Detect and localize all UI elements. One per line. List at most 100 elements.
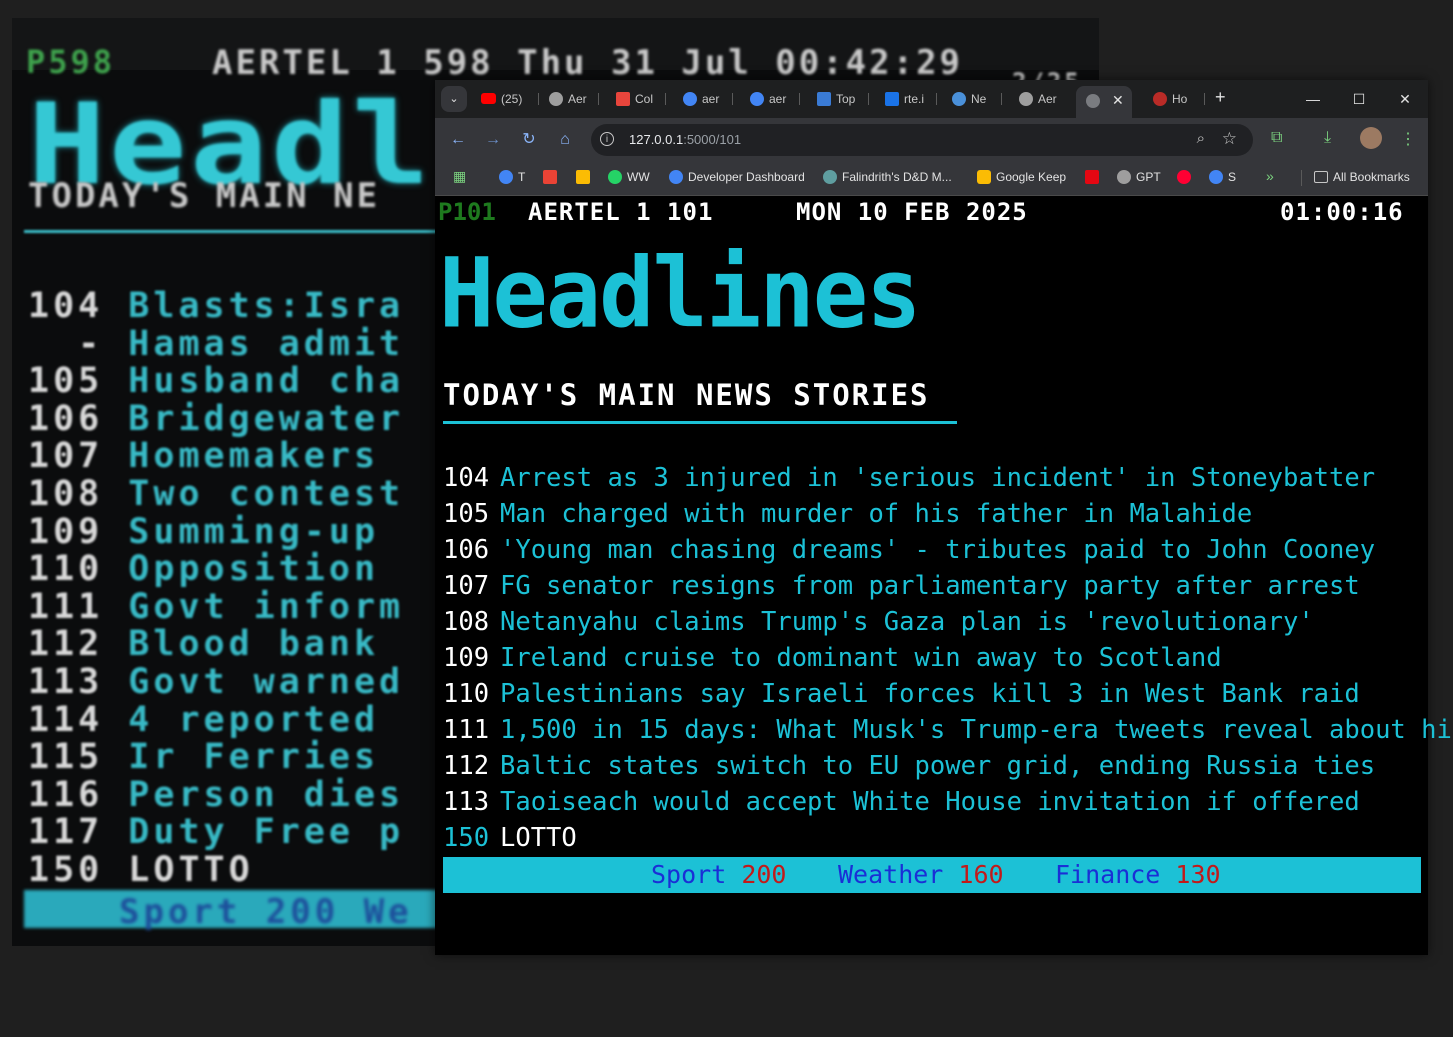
minimize-button[interactable]: — (1290, 80, 1336, 118)
new-tab-button[interactable]: + (1215, 87, 1226, 108)
avatar[interactable] (1360, 127, 1382, 149)
story-page-number: 111 (443, 715, 490, 745)
tv-footer-bar: Sport 200 We (24, 890, 454, 932)
bookmark-gmail[interactable] (543, 169, 562, 185)
site-info-icon[interactable]: i (600, 132, 614, 146)
teletext-header: P101 AERTEL 1 101 MON 10 FEB 2025 01:00:… (438, 198, 1428, 226)
tab-news[interactable]: Ne (952, 87, 1002, 111)
tab-youtube[interactable]: (25) (481, 87, 539, 111)
more-bookmarks-chevron-icon[interactable]: » (1266, 168, 1274, 184)
reload-button[interactable]: ↻ (518, 129, 540, 151)
footer-link-sport[interactable]: Sport 200 (651, 857, 786, 893)
site-icon (823, 169, 837, 184)
globe-icon (549, 91, 563, 106)
story-page-number: 105 (443, 499, 490, 529)
footer-link-finance[interactable]: Finance 130 (1055, 857, 1221, 893)
story-row[interactable]: 108 Netanyahu claims Trump's Gaza plan is… (443, 604, 1453, 640)
tv-footer-text: Sport 200 We (119, 892, 413, 932)
tab-rte[interactable]: rte.i (885, 87, 937, 111)
tab-label: rte.i (904, 92, 925, 106)
story-headline: Palestinians say Israeli forces kill 3 i… (500, 679, 1360, 709)
tab-google-search-2[interactable]: aer (750, 87, 800, 111)
story-row[interactable]: 150 LOTTO (443, 820, 1453, 856)
dndbeyond-icon (1085, 169, 1099, 184)
tv-row: 116 Person dies (28, 774, 405, 815)
bookmark-label: Falindrith's D&D M... (842, 170, 952, 184)
tv-row: 114 4 reported (28, 699, 405, 740)
story-row[interactable]: 105 Man charged with murder of his father… (443, 496, 1453, 532)
footer-link-page: 130 (1175, 860, 1221, 889)
bookmark-star-icon[interactable]: ☆ (1222, 129, 1237, 149)
tab-aertel-2[interactable]: Aer (1019, 87, 1069, 111)
extensions-icon[interactable]: ⧉ (1271, 129, 1282, 147)
apps-grid-icon[interactable]: ▦ (453, 168, 466, 185)
story-row[interactable]: 104 Arrest as 3 injured in 'serious incid… (443, 460, 1453, 496)
bookmark-label: Google Keep (996, 170, 1067, 184)
tab-label: Ho (1172, 92, 1188, 106)
bookmark-t[interactable]: T (499, 169, 525, 185)
close-window-button[interactable]: ✕ (1382, 80, 1428, 118)
bookmark-folder-yellow[interactable] (576, 169, 595, 185)
tv-row: 109 Summing-up (28, 511, 405, 552)
story-row[interactable]: 111 1,500 in 15 days: What Musk's Trump-e… (443, 712, 1453, 748)
menu-kebab-icon[interactable]: ⋮ (1400, 129, 1416, 149)
story-page-number: 109 (443, 643, 490, 673)
gmail-icon (543, 169, 557, 184)
bookmark-whatsapp[interactable]: WW (608, 169, 650, 185)
tab-aertel-1[interactable]: Aer (549, 87, 599, 111)
story-headline: Man charged with murder of his father in… (500, 499, 1253, 529)
story-headline: Ireland cruise to dominant win away to S… (500, 643, 1222, 673)
story-row[interactable]: 113 Taoiseach would accept White House in… (443, 784, 1453, 820)
bookmark-falindrith[interactable]: Falindrith's D&D M... (823, 169, 952, 185)
url-path: :5000/101 (683, 132, 742, 147)
bookmark-youtube-music[interactable] (1177, 169, 1196, 185)
bookmark-icon (499, 169, 513, 184)
bookmark-developer-dashboard[interactable]: Developer Dashboard (669, 169, 805, 185)
footer-link-weather[interactable]: Weather 160 (838, 857, 1004, 893)
tab-label: Aer (1038, 92, 1057, 106)
close-tab-icon[interactable]: ✕ (1112, 92, 1124, 109)
story-row[interactable]: 107 FG senator resigns from parliamentary… (443, 568, 1453, 604)
zoom-icon[interactable]: ⌕ (1197, 130, 1205, 147)
home-button[interactable]: ⌂ (554, 129, 576, 151)
tab-strip: ⌄ (25) Aer Col aer aer Top rte.i Ne Aer (435, 80, 1428, 118)
address-bar[interactable]: i 127.0.0.1:5000/101 ⌕ ☆ (591, 124, 1253, 156)
page-number: P101 (438, 198, 496, 226)
story-page-number: 106 (443, 535, 490, 565)
story-headline: LOTTO (500, 823, 577, 853)
bookmark-s[interactable]: S (1209, 169, 1236, 185)
quora-icon (1153, 91, 1167, 106)
story-row[interactable]: 109 Ireland cruise to dominant win away t… (443, 640, 1453, 676)
story-headline: Taoiseach would accept White House invit… (500, 787, 1360, 817)
bookmarks-bar: ▦ T WW Developer Dashboard Falindrith's … (435, 162, 1428, 196)
bookmark-google-keep[interactable]: Google Keep (977, 169, 1067, 185)
tab-label: Col (635, 92, 654, 106)
tab-google-search-1[interactable]: aer (683, 87, 733, 111)
url-text[interactable]: 127.0.0.1:5000/101 (629, 132, 741, 147)
tv-subtitle: TODAY'S MAIN NE (28, 176, 381, 216)
story-row[interactable]: 110 Palestinians say Israeli forces kill … (443, 676, 1453, 712)
tab-search-button[interactable]: ⌄ (441, 86, 467, 112)
google-icon (669, 169, 683, 184)
tab-label: Ne (971, 92, 987, 106)
forward-button[interactable]: → (482, 129, 504, 151)
bookmark-label: GPT (1136, 170, 1161, 184)
youtube-icon (481, 93, 496, 105)
page-time: 01:00:16 (1280, 198, 1404, 226)
tv-divider (24, 230, 454, 233)
site-icon (952, 91, 966, 106)
back-button[interactable]: ← (447, 129, 469, 151)
maximize-button[interactable]: ☐ (1336, 80, 1382, 118)
bookmark-dndbeyond[interactable] (1085, 169, 1104, 185)
bookmark-gpt[interactable]: GPT (1117, 169, 1161, 185)
tab-top[interactable]: Top (817, 87, 869, 111)
tab-col[interactable]: Col (616, 87, 666, 111)
tab-quora[interactable]: Ho (1153, 87, 1205, 111)
story-headline: Netanyahu claims Trump's Gaza plan is 'r… (500, 607, 1314, 637)
story-row[interactable]: 112 Baltic states switch to EU power grid… (443, 748, 1453, 784)
all-bookmarks-button[interactable]: All Bookmarks (1314, 170, 1410, 184)
tab-label: Aer (568, 92, 587, 106)
tab-active-teletext[interactable]: ✕ (1076, 86, 1132, 118)
story-row[interactable]: 106 'Young man chasing dreams' - tributes… (443, 532, 1453, 568)
download-icon[interactable]: ⤓ (1324, 129, 1331, 147)
